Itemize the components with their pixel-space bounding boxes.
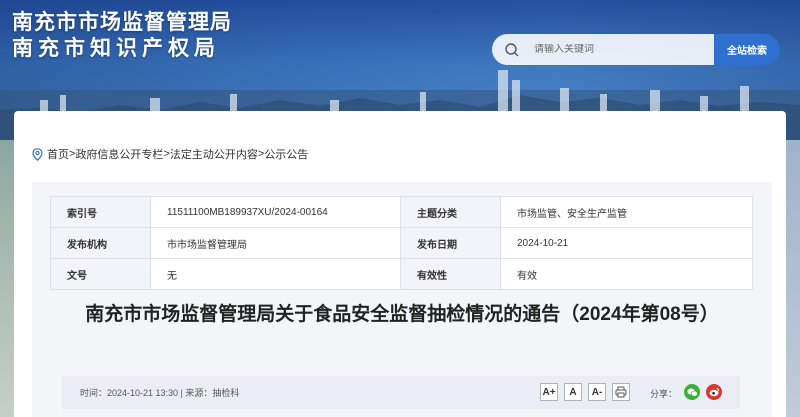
site-title-line2: 南充市知识产权局 xyxy=(12,37,220,60)
main-card: 首页 > 政府信息公开专栏 > 法定主动公开内容 > 公示公告 索引号 1151… xyxy=(14,111,786,417)
meta-key-date: 发布日期 xyxy=(400,227,501,259)
breadcrumb-gov-info[interactable]: 政府信息公开专栏 xyxy=(75,146,163,162)
search-button[interactable]: 全站检索 xyxy=(714,34,780,65)
meta-value-validity: 有效 xyxy=(500,258,753,290)
meta-key-doc-number: 文号 xyxy=(50,258,151,290)
breadcrumb-notices[interactable]: 公示公告 xyxy=(264,146,308,162)
breadcrumb: 首页 > 政府信息公开专栏 > 法定主动公开内容 > 公示公告 xyxy=(32,146,308,162)
meta-value-doc-number: 无 xyxy=(150,258,401,290)
side-decoration-left xyxy=(0,140,14,417)
search-icon xyxy=(505,42,519,56)
printer-icon xyxy=(615,386,627,398)
table-row: 发布机构 市市场监督管理局 发布日期 2024-10-21 xyxy=(50,227,753,259)
weibo-share-icon[interactable] xyxy=(706,384,722,400)
article-info: 时间：2024-10-21 13:30 | 来源：抽检科 xyxy=(80,388,240,398)
breadcrumb-home[interactable]: 首页 xyxy=(47,146,69,162)
site-title[interactable]: 南充市市场监督管理局 南充市知识产权局 xyxy=(12,10,232,62)
meta-value-index: 11511100MB189937XU/2024-00164 xyxy=(150,196,401,228)
metadata-table: 索引号 11511100MB189937XU/2024-00164 主题分类 市… xyxy=(50,196,753,290)
search-input[interactable] xyxy=(534,44,704,55)
side-decoration-right xyxy=(786,140,800,417)
wechat-share-icon[interactable] xyxy=(684,384,700,400)
meta-key-index: 索引号 xyxy=(50,196,151,228)
wechat-icon xyxy=(686,388,698,396)
meta-key-category: 主题分类 xyxy=(400,196,501,228)
share-label: 分享： xyxy=(650,389,678,399)
font-increase-button[interactable]: A+ xyxy=(540,383,558,401)
article-content: 索引号 11511100MB189937XU/2024-00164 主题分类 市… xyxy=(32,182,772,417)
meta-value-publisher: 市市场监督管理局 xyxy=(150,227,401,259)
breadcrumb-statutory[interactable]: 法定主动公开内容 xyxy=(170,146,258,162)
weibo-icon xyxy=(709,388,719,397)
meta-key-publisher: 发布机构 xyxy=(50,227,151,259)
article-title: 南充市市场监督管理局关于食品安全监督抽检情况的通告（2024年第08号） xyxy=(85,304,719,325)
meta-value-date: 2024-10-21 xyxy=(500,227,753,259)
table-row: 索引号 11511100MB189937XU/2024-00164 主题分类 市… xyxy=(50,196,753,228)
article-info-bar: 时间：2024-10-21 13:30 | 来源：抽检科 A+ A A- 分享： xyxy=(62,376,740,409)
font-decrease-label: A- xyxy=(591,386,603,398)
table-row: 文号 无 有效性 有效 xyxy=(50,258,753,290)
site-title-line1: 南充市市场监督管理局 xyxy=(12,11,232,34)
print-button[interactable] xyxy=(612,383,630,401)
meta-key-validity: 有效性 xyxy=(400,258,501,290)
font-decrease-button[interactable]: A- xyxy=(588,383,606,401)
location-pin-icon xyxy=(32,147,43,161)
font-reset-label: A xyxy=(569,386,577,398)
font-increase-label: A+ xyxy=(542,386,556,398)
font-reset-button[interactable]: A xyxy=(564,383,582,401)
search-box xyxy=(492,34,716,65)
meta-value-category: 市场监管、安全生产监管 xyxy=(500,196,753,228)
